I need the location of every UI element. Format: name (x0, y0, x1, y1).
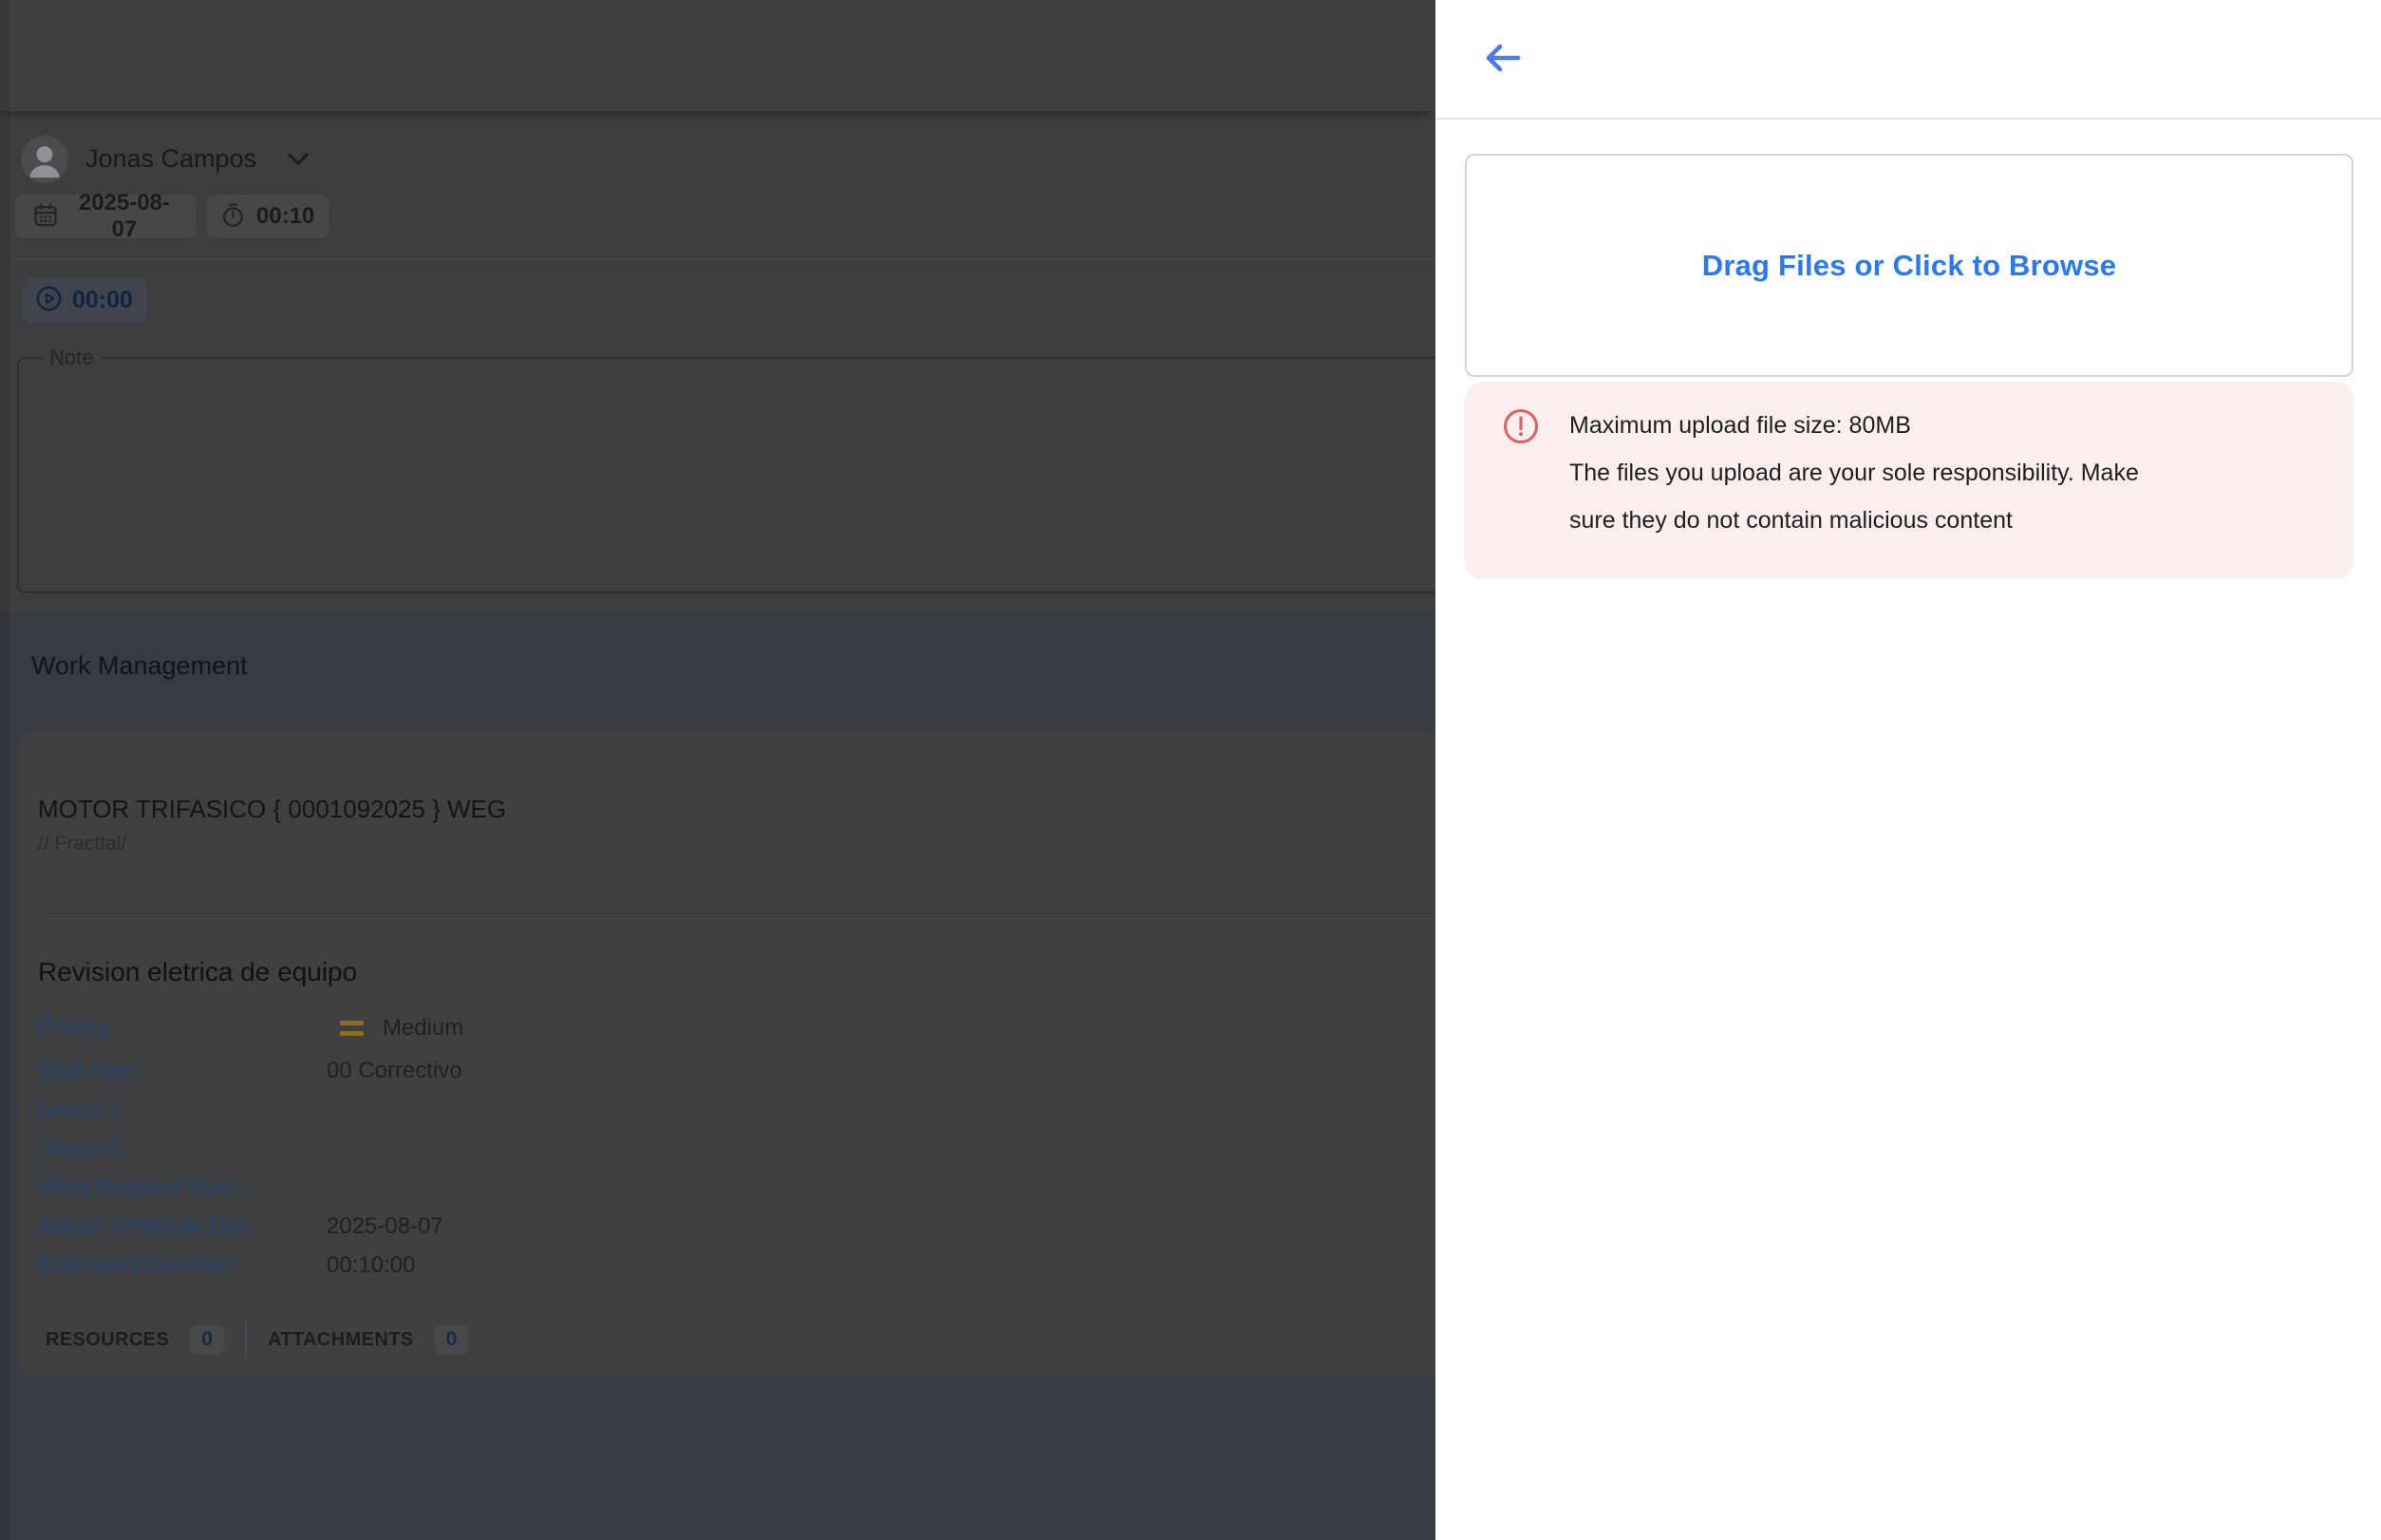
time-chip[interactable]: 00:10 (207, 195, 328, 238)
field-label: Task type: (38, 1058, 327, 1084)
alert-circle-icon (1502, 407, 1540, 450)
calendar-icon (32, 202, 59, 232)
field-row-priority: Priority: Medium (38, 1005, 1177, 1051)
back-arrow-icon (1483, 63, 1521, 77)
dropzone-label: Drag Files or Click to Browse (1702, 249, 2116, 283)
assignee-name: Jonas Campos (85, 144, 256, 173)
divider (46, 918, 1435, 919)
field-label: Work Request Num… (38, 1174, 327, 1201)
upload-warning: Maximum upload file size: 80MB The files… (1465, 382, 2353, 579)
field-value: 2025-08-07 (327, 1213, 443, 1240)
priority-medium-icon (340, 1021, 364, 1036)
field-row-group2: Group 2: (38, 1129, 1177, 1168)
warning-line-2: The files you upload are your sole respo… (1569, 449, 2139, 497)
resources-count: 0 (190, 1325, 224, 1354)
play-circle-icon (35, 285, 63, 315)
note-label: Note (42, 346, 101, 370)
asset-title: MOTOR TRIFASICO { 0001092025 } WEG (38, 795, 506, 824)
divider (16, 258, 1435, 260)
note-input[interactable]: Note (17, 357, 1441, 593)
resources-label: RESOURCES (46, 1329, 169, 1351)
field-label: Group 1: (38, 1097, 327, 1123)
file-dropzone[interactable]: Drag Files or Click to Browse (1465, 154, 2353, 377)
upload-panel-header (1435, 0, 2381, 120)
task-title: Revision eletrica de equipo (38, 957, 357, 987)
chevron-down-icon (287, 152, 309, 171)
field-label: Priority: (38, 1015, 327, 1042)
avatar (21, 136, 68, 183)
work-order-topbar (0, 0, 1435, 112)
field-row-work-request: Work Request Num… (38, 1168, 1177, 1207)
task-fields: Priority: Medium Task type: 00 Correctiv… (38, 1005, 1177, 1285)
task-card[interactable]: MOTOR TRIFASICO { 0001092025 } WEG // Fr… (19, 731, 1443, 1377)
section-title: Work Management (31, 651, 248, 681)
date-chip-label: 2025-08-07 (69, 190, 179, 243)
field-row-schedule-date: Actual Schedule Dat… 2025-08-07 (38, 1207, 1177, 1246)
warning-line-1: Maximum upload file size: 80MB (1569, 402, 2139, 449)
timer-start-chip[interactable]: 00:00 (23, 278, 147, 322)
assignee-selector[interactable]: Jonas Campos (85, 144, 256, 174)
field-label: Actual Schedule Dat… (38, 1213, 327, 1240)
date-chip[interactable]: 2025-08-07 (15, 195, 197, 238)
stopwatch-icon (220, 202, 246, 231)
work-order-page: Work Order Jonas Campos (0, 0, 1435, 1540)
field-row-duration: Estimated Duration: 00:10:00 (38, 1246, 1177, 1285)
warning-line-3: sure they do not contain malicious conte… (1569, 497, 2139, 544)
field-row-task-type: Task type: 00 Correctivo (38, 1051, 1177, 1090)
field-value: Medium (383, 1015, 463, 1042)
asset-path: // Fracttal/ (38, 833, 126, 855)
attachments-label: ATTACHMENTS (268, 1329, 414, 1351)
time-chip-label: 00:10 (256, 203, 314, 230)
field-row-group1: Group 1: (38, 1090, 1177, 1129)
resources-tab[interactable]: RESOURCES 0 (46, 1325, 224, 1354)
warning-text: Maximum upload file size: 80MB The files… (1569, 402, 2139, 544)
divider (245, 1321, 247, 1359)
attachments-tab[interactable]: ATTACHMENTS 0 (268, 1325, 468, 1354)
attachments-count: 0 (435, 1325, 469, 1354)
screen: Work Order Jonas Campos (0, 0, 2381, 1540)
field-value: 00:10:00 (327, 1252, 415, 1279)
card-footer: RESOURCES 0 ATTACHMENTS 0 (46, 1318, 468, 1362)
field-label: Estimated Duration: (38, 1252, 327, 1279)
timer-value: 00:00 (72, 287, 133, 314)
close-upload-panel-button[interactable] (1483, 42, 1521, 74)
field-value: 00 Correctivo (327, 1058, 462, 1084)
field-label: Group 2: (38, 1136, 327, 1162)
upload-panel: Drag Files or Click to Browse Maximum up… (1435, 0, 2381, 1540)
